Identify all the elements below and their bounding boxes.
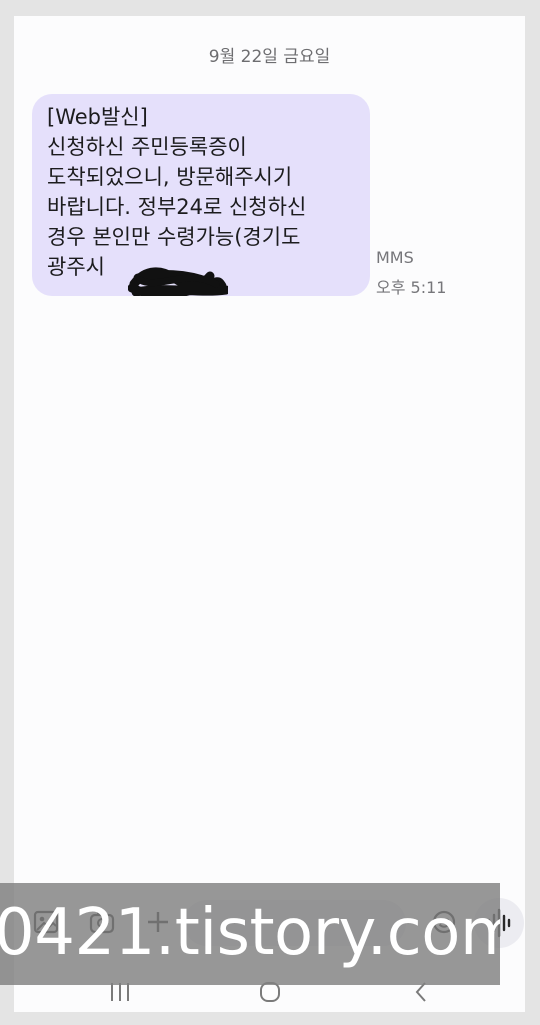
message-timestamp: 오후 5:11 (376, 278, 447, 297)
message-line: [Web발신] (47, 105, 148, 129)
message-type-label: MMS (376, 248, 414, 267)
watermark-text: 0421.tistory.com (0, 896, 500, 970)
message-line: 도착되었으니, 방문해주시기 (47, 165, 293, 189)
message-line: 바랍니다. 정부24로 신청하신 (47, 195, 307, 219)
watermark-overlay: 0421.tistory.com (0, 883, 500, 985)
redaction-scribble (128, 267, 228, 296)
message-bubble[interactable]: [Web발신] 신청하신 주민등록증이 도착되었으니, 방문해주시기 바랍니다.… (32, 94, 370, 296)
message-line: 신청하신 주민등록증이 (47, 135, 247, 159)
message-line: 경우 본인만 수령가능(경기도 (47, 225, 301, 249)
messages-screen: 9월 22일 금요일 [Web발신] 신청하신 주민등록증이 도착되었으니, 방… (14, 16, 525, 1012)
date-header: 9월 22일 금요일 (208, 47, 331, 67)
